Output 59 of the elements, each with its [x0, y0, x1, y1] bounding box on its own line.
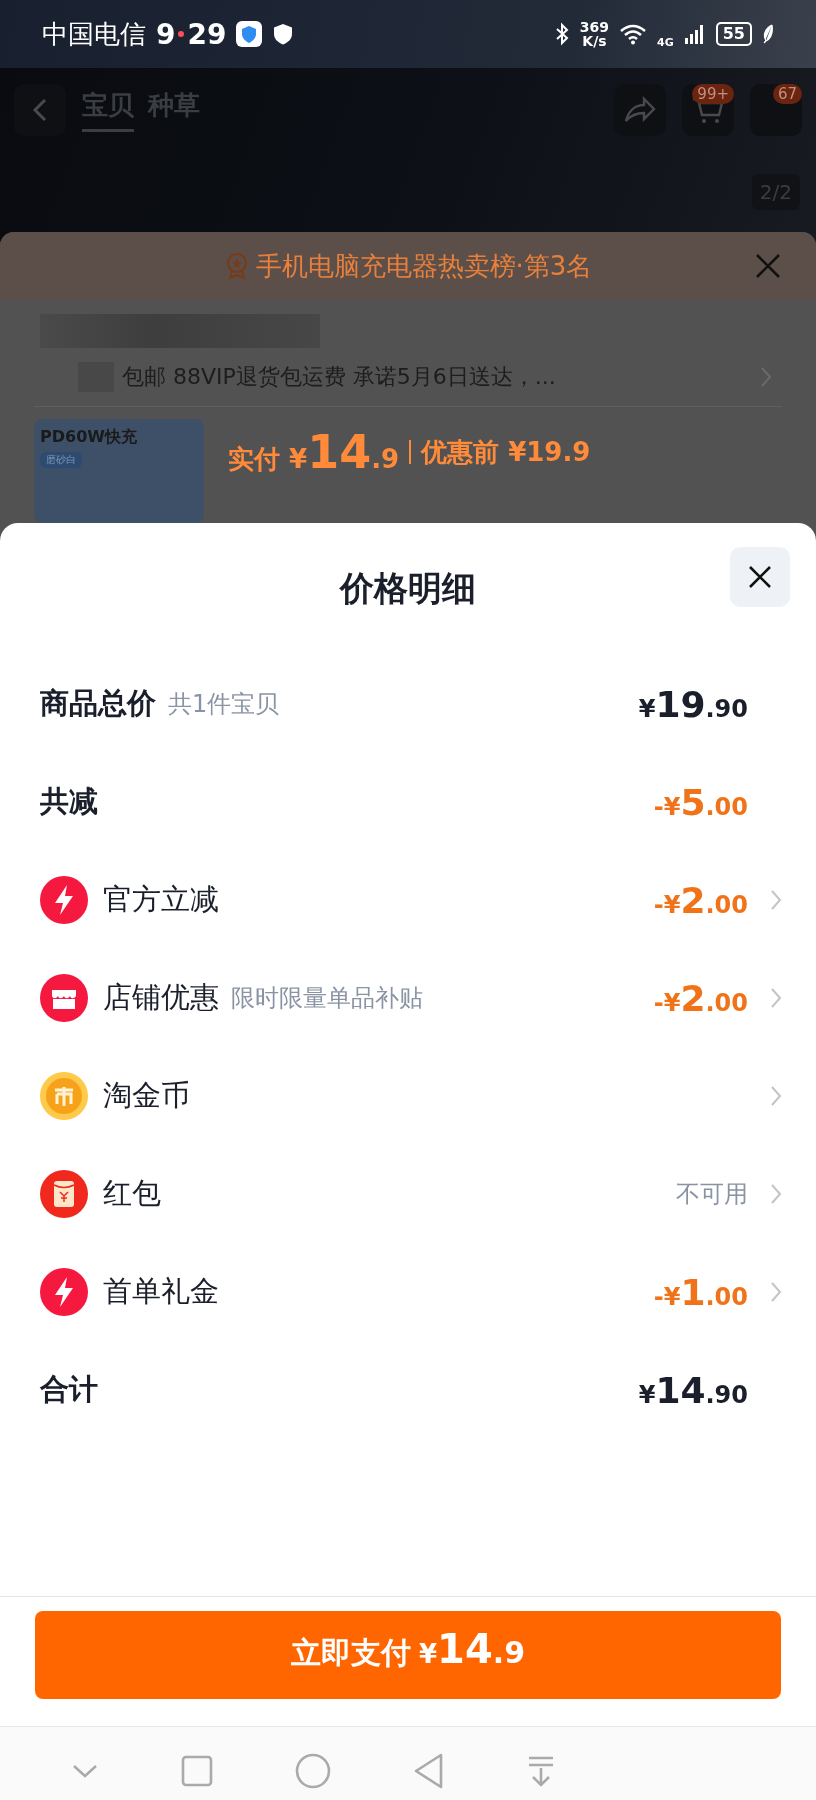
chevron-left-icon [32, 97, 48, 123]
leaf-icon [762, 24, 774, 44]
chevron-right-icon[interactable] [770, 1281, 782, 1303]
lightning-icon [40, 1268, 88, 1316]
wifi-icon [619, 23, 648, 45]
close-icon[interactable] [754, 252, 782, 280]
cart-button[interactable]: 99+ [682, 84, 734, 136]
cart-count-badge: 99+ [692, 84, 734, 104]
pay-now-button[interactable]: 立即支付 ¥14.9 [35, 1611, 781, 1699]
home-icon[interactable] [294, 1751, 332, 1790]
paid-price: 实付 ¥14.9 [228, 425, 400, 479]
share-icon [623, 95, 657, 125]
row-note: 限时限量单品补贴 [231, 983, 423, 1014]
shield-icon [272, 22, 295, 46]
price-amount: ¥14.90 [638, 1369, 748, 1411]
thumbnail-title: PD60W快充 [40, 427, 137, 448]
signal-icon [683, 23, 706, 45]
chevron-right-icon[interactable] [770, 1085, 782, 1107]
shield-app-icon [236, 21, 263, 47]
share-button[interactable] [614, 84, 666, 136]
ranking-text: 手机电脑充电器热卖榜·第3名 [255, 249, 593, 283]
row-label: 红包 [103, 1175, 161, 1212]
row-note: 共1件宝贝 [168, 689, 280, 720]
price-amount: -¥5.00 [653, 781, 748, 823]
network-type: 4G [657, 35, 674, 49]
back-button[interactable] [14, 84, 66, 136]
chevron-right-icon[interactable] [770, 987, 782, 1009]
price-amount: -¥2.00 [653, 977, 748, 1019]
row-label: 合计 [40, 1371, 98, 1408]
lightning-icon [40, 876, 88, 924]
network-speed: 369 K/s [579, 20, 610, 48]
battery-indicator: 55 [715, 22, 752, 46]
row-label: 淘金币 [103, 1077, 190, 1114]
chevron-right-icon[interactable] [770, 889, 782, 911]
price-amount: -¥1.00 [653, 1271, 748, 1313]
recent-apps-icon[interactable] [180, 1753, 214, 1788]
chevron-right-icon[interactable] [770, 1183, 782, 1205]
product-thumbnail[interactable]: PD60W快充 磨砂白 [34, 419, 204, 523]
row-label: 店铺优惠 [103, 979, 219, 1016]
shop-icon [40, 974, 88, 1022]
price-amount: -¥2.00 [653, 879, 748, 921]
gift-envelope-icon [40, 1170, 88, 1218]
clock: 9 29 [156, 17, 227, 51]
close-icon [747, 564, 773, 590]
original-price: 优惠前 ¥19.9 [421, 435, 591, 469]
row-label: 首单礼金 [103, 1273, 219, 1310]
coin-icon [40, 1072, 88, 1120]
chevron-right-icon[interactable] [760, 366, 772, 388]
close-button[interactable] [730, 547, 790, 607]
message-count-badge: 67 [772, 84, 802, 104]
message-button[interactable]: 67 [750, 84, 802, 136]
thumbnail-tag: 磨砂白 [40, 452, 82, 468]
row-label: 商品总价 [40, 685, 156, 722]
sheet-title: 价格明细 [340, 567, 476, 610]
status-text: 不可用 [676, 1179, 748, 1210]
carrier-name: 中国电信 [42, 17, 146, 51]
price-amount: ¥19.90 [638, 683, 748, 725]
row-label: 官方立减 [103, 881, 219, 918]
row-label: 共减 [40, 783, 98, 820]
